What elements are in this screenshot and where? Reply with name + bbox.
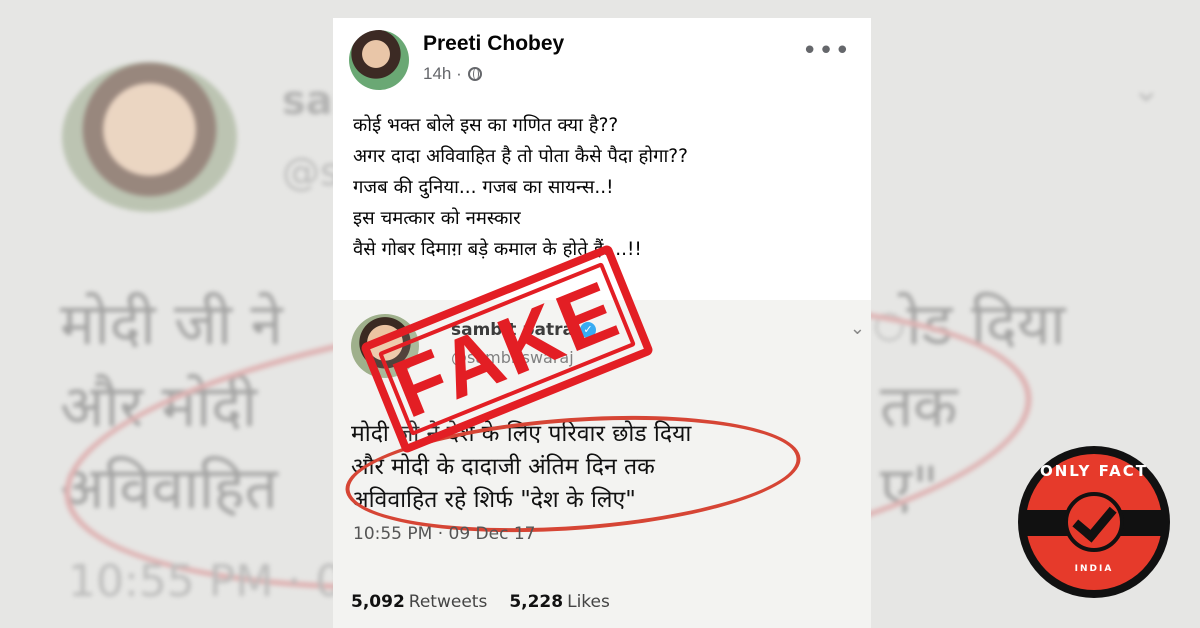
post-time[interactable]: 14h · xyxy=(423,64,462,84)
post-text-line: अगर दादा अविवाहित है तो पोता कैसे पैदा ह… xyxy=(353,146,688,167)
author-avatar[interactable] xyxy=(349,30,409,90)
background-text-line: मोदी जी ने xyxy=(60,290,283,358)
more-options-icon[interactable]: ••• xyxy=(802,36,851,66)
only-fact-logo: ONLY FACT INDIA xyxy=(1018,446,1170,598)
background-handle: @s xyxy=(282,150,340,194)
post-text-line: कोई भक्त बोले इस का गणित क्या है?? xyxy=(353,115,619,136)
likes-stat: 5,228 Likes xyxy=(509,592,610,612)
tweet-body-line: अविवाहित रहे शिर्फ "देश के लिए" xyxy=(351,487,636,513)
likes-label: Likes xyxy=(567,592,610,612)
post-header: Preeti Chobey 14h · ••• xyxy=(349,30,855,94)
globe-icon xyxy=(467,67,482,81)
post-text: कोई भक्त बोले इस का गणित क्या है?? अगर द… xyxy=(353,110,853,265)
chevron-down-icon: ⌄ xyxy=(849,318,865,339)
post-text-line: इस चमत्कार को नमस्कार xyxy=(353,208,521,229)
retweets-stat: 5,092 Retweets xyxy=(351,592,487,612)
tweet-body-line: और मोदी के दादाजी अंतिम दिन तक xyxy=(351,454,655,480)
logo-bottom-text: INDIA xyxy=(1074,564,1114,574)
post-text-line: गजब की दुनिया... गजब का सायन्स..! xyxy=(353,177,614,198)
background-avatar xyxy=(62,62,237,212)
checkmark-icon xyxy=(1072,496,1117,543)
background-timestamp: 10:55 PM · 0 xyxy=(68,556,344,607)
likes-count: 5,228 xyxy=(509,592,564,612)
tweet-stats: 5,092 Retweets 5,228 Likes xyxy=(351,592,610,612)
tweet-timestamp: 10:55 PM · 09 Dec 17 xyxy=(353,524,536,544)
retweets-count: 5,092 xyxy=(351,592,405,612)
logo-top-text: ONLY FACT xyxy=(1040,462,1148,480)
author-name[interactable]: Preeti Chobey xyxy=(423,32,564,56)
post-meta: 14h · xyxy=(423,64,482,84)
background-handle-name: sa xyxy=(282,78,333,124)
retweets-label: Retweets xyxy=(408,592,488,612)
logo-check-circle xyxy=(1064,492,1124,552)
chevron-down-icon: ⌄ xyxy=(1132,70,1161,110)
